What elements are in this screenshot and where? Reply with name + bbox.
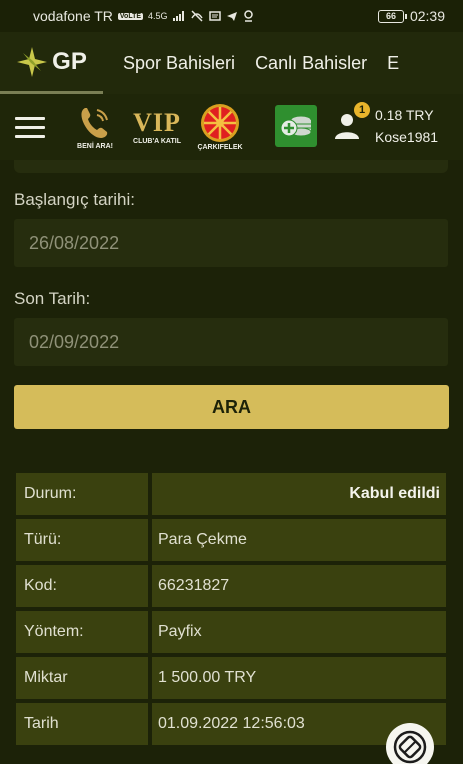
method-value: Payfix: [150, 609, 448, 655]
battery-icon: 66: [377, 9, 407, 23]
table-row: Durum: Kabul edildi: [14, 471, 448, 517]
carrier-name: vodafone TR: [33, 8, 113, 24]
table-row: Kod: 66231827: [14, 563, 448, 609]
vip-club-label: CLUB'A KATIL: [133, 138, 181, 145]
table-row: Tarih 01.09.2022 12:56:03: [14, 701, 448, 747]
transaction-details-table: Durum: Kabul edildi Türü: Para Çekme Kod…: [14, 471, 448, 747]
call-me-promo[interactable]: BENİ ARA!: [70, 99, 120, 155]
site-logo[interactable]: GP: [0, 32, 103, 94]
start-date-label: Başlangıç tarihi:: [14, 190, 135, 209]
table-row: Yöntem: Payfix: [14, 609, 448, 655]
end-date-label: Son Tarih:: [14, 289, 91, 308]
date-key: Tarih: [14, 701, 150, 747]
floating-action-button[interactable]: [386, 723, 434, 764]
status-value: Kabul edildi: [150, 471, 448, 517]
nav-live-betting[interactable]: Canlı Bahisler: [255, 53, 367, 74]
start-date-input[interactable]: 26/08/2022: [14, 219, 448, 267]
status-icons: VoLTE 4.5G: [117, 10, 254, 22]
nav-sports-betting[interactable]: Spor Bahisleri: [123, 53, 235, 74]
transaction-filter: Başlangıç tarihi: 26/08/2022 Son Tarih: …: [0, 160, 463, 764]
coins-icon: [280, 115, 312, 137]
amount-value: 1 500.00 TRY: [150, 655, 448, 701]
end-date-input[interactable]: 02/09/2022: [14, 318, 448, 366]
account-balance: 0.18 TRY: [375, 107, 434, 123]
message-icon: [208, 10, 221, 21]
table-row: Miktar 1 500.00 TRY: [14, 655, 448, 701]
vip-logo: VIP: [133, 108, 181, 137]
telegram-icon: [226, 11, 237, 21]
menu-icon[interactable]: [15, 116, 45, 138]
previous-field-edge: [14, 160, 448, 173]
call-me-label: BENİ ARA!: [77, 143, 113, 150]
wheel-icon: [201, 104, 239, 142]
notification-badge: 1: [354, 102, 370, 118]
signal-icon: [172, 11, 184, 21]
location-icon: [243, 10, 253, 22]
username: Kose1981: [375, 129, 439, 145]
method-key: Yöntem:: [14, 609, 150, 655]
nav-more[interactable]: E: [387, 53, 399, 74]
search-button[interactable]: ARA: [14, 385, 449, 429]
account-toolbar: BENİ ARA! VIP CLUB'A KATIL ÇARKIFELEK 1 …: [0, 94, 463, 160]
table-row: Türü: Para Çekme: [14, 517, 448, 563]
muted-icon: [190, 10, 203, 22]
clock: 02:39: [409, 8, 445, 24]
type-value: Para Çekme: [150, 517, 448, 563]
status-bar: vodafone TR VoLTE 4.5G 66 02:39: [0, 0, 463, 32]
status-key: Durum:: [14, 471, 150, 517]
vip-club-promo[interactable]: VIP CLUB'A KATIL: [126, 99, 188, 155]
network-type: 4.5G: [148, 11, 168, 21]
amount-key: Miktar: [14, 655, 150, 701]
type-key: Türü:: [14, 517, 150, 563]
code-value: 66231827: [150, 563, 448, 609]
code-key: Kod:: [14, 563, 150, 609]
volte-icon: VoLTE: [117, 12, 144, 20]
wheel-of-fortune-promo[interactable]: ÇARKIFELEK: [194, 99, 246, 155]
logo-text: GP: [52, 47, 87, 75]
top-navigation: GP Spor Bahisleri Canlı Bahisler E: [0, 32, 463, 94]
wheel-label: ÇARKIFELEK: [197, 144, 243, 151]
status-right: 66 02:39: [377, 8, 445, 24]
phone-icon: [81, 108, 108, 138]
rotate-screen-icon: [393, 730, 427, 764]
cashier-button[interactable]: [275, 105, 317, 147]
star-logo-icon: [17, 46, 48, 77]
